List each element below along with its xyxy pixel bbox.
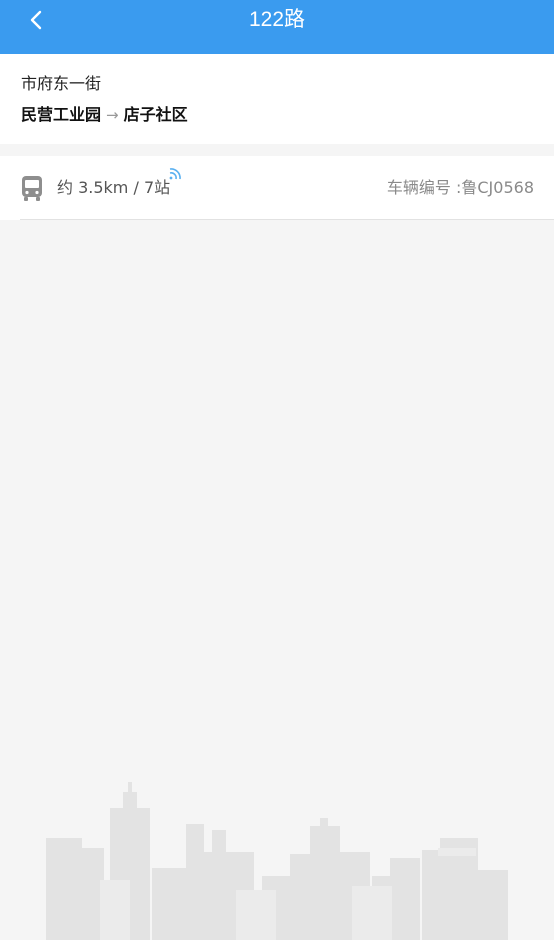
page-title: 122路 bbox=[248, 8, 306, 31]
route-direction: 民营工业园 → 店子社区 bbox=[21, 104, 188, 126]
station-info-card: 市府东一街 民营工业园 → 店子社区 bbox=[0, 54, 554, 144]
app-header: 122路 bbox=[0, 0, 554, 54]
direction-arrow: → bbox=[106, 106, 119, 124]
incoming-bus-row[interactable]: 约 3.5km / 7站 车辆编号 :鲁CJ0568 bbox=[0, 156, 554, 220]
row-divider bbox=[20, 219, 554, 220]
signal-icon bbox=[169, 168, 181, 180]
city-skyline-illustration bbox=[46, 782, 508, 940]
station-name: 市府东一街 bbox=[21, 74, 102, 93]
distance-stops: 约 3.5km / 7站 bbox=[57, 178, 171, 197]
bus-icon bbox=[22, 176, 42, 201]
route-destination: 店子社区 bbox=[123, 105, 188, 124]
route-origin: 民营工业园 bbox=[21, 105, 102, 124]
vehicle-plate: 车辆编号 :鲁CJ0568 bbox=[386, 178, 534, 197]
